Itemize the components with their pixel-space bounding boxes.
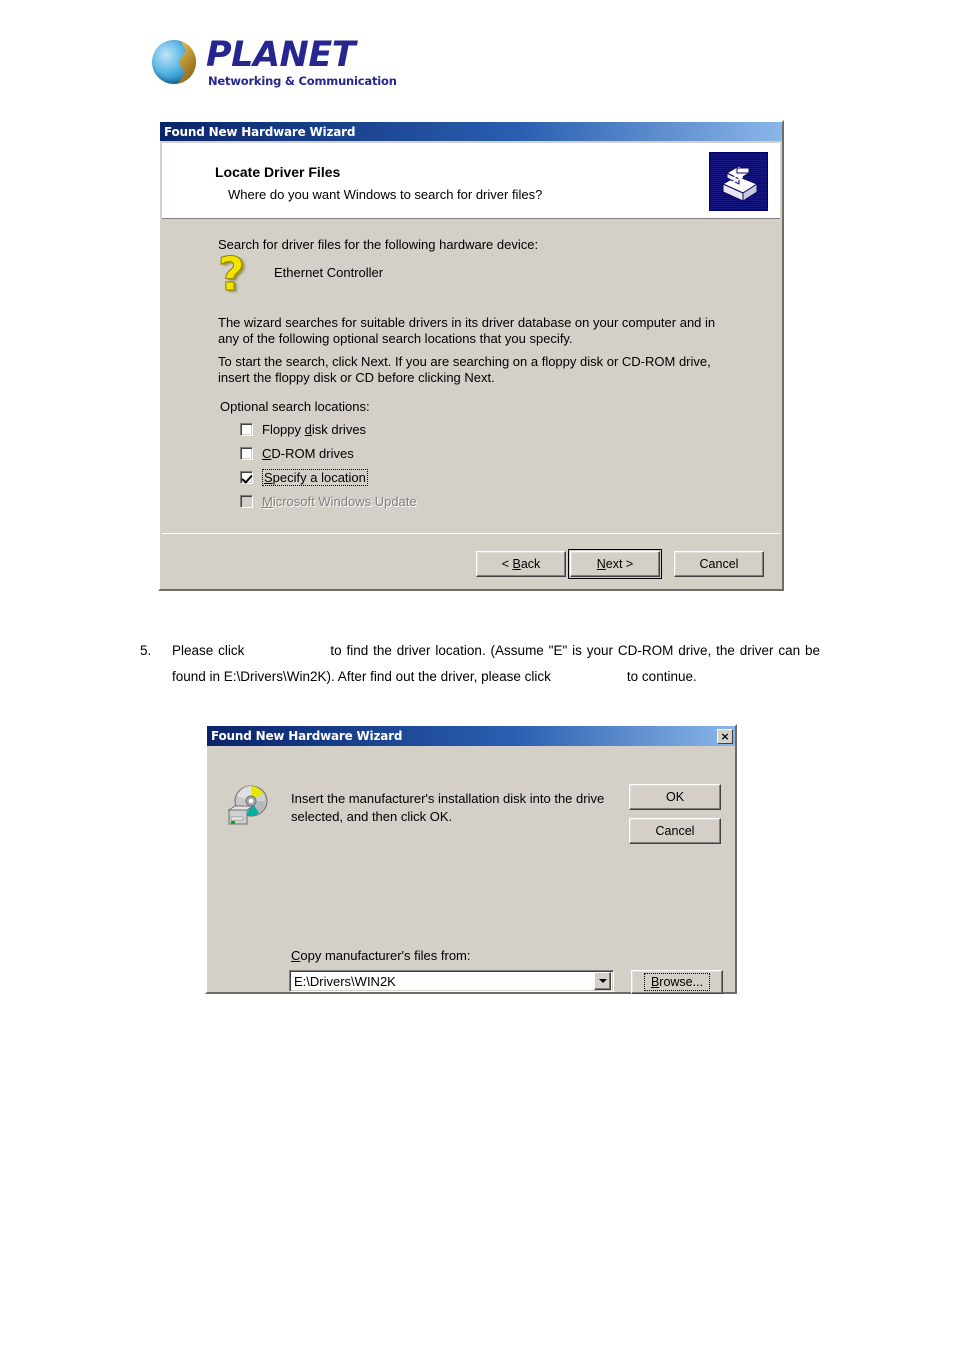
path-combobox-value: E:\Drivers\WIN2K xyxy=(294,973,396,989)
planet-globe-icon xyxy=(152,40,196,84)
ok-button-label: OK xyxy=(665,790,685,804)
step-text-part-1: Please click xyxy=(172,643,245,658)
wizard-titlebar[interactable]: Found New Hardware Wizard xyxy=(160,122,782,141)
step-number: 5. xyxy=(140,643,152,658)
device-name-label: Ethernet Controller xyxy=(274,265,384,280)
found-new-hardware-wizard-dialog: Found New Hardware Wizard Locate Driver … xyxy=(158,120,784,591)
checkbox-floppy-disk-drives[interactable]: Floppy disk drives xyxy=(240,422,366,437)
insert-disk-cancel-label: Cancel xyxy=(655,824,695,838)
optional-locations-label: Optional search locations: xyxy=(220,399,370,414)
checkbox-label-cdrom: CD-ROM drives xyxy=(262,446,354,461)
path-combobox[interactable]: E:\Drivers\WIN2K xyxy=(289,970,614,992)
cancel-button-label: Cancel xyxy=(699,557,739,571)
cancel-button[interactable]: Cancel xyxy=(674,551,764,577)
brand-tagline: Networking & Communication xyxy=(208,74,397,88)
planet-logo: PLANET Networking & Communication xyxy=(152,36,492,92)
wizard-paragraph-1: The wizard searches for suitable drivers… xyxy=(218,315,716,346)
step-text: Please click to find the driver location.… xyxy=(172,638,820,690)
checkbox-box-cdrom[interactable] xyxy=(240,447,253,460)
checkbox-specify-a-location[interactable]: Specify a location xyxy=(240,469,368,486)
insert-disk-message: Insert the manufacturer's installation d… xyxy=(291,791,605,824)
wizard-paragraph-2: To start the search, click Next. If you … xyxy=(218,354,711,385)
checkbox-label-specify-location: Specify a location xyxy=(262,469,368,486)
insert-disk-titlebar[interactable]: Found New Hardware Wizard × xyxy=(207,726,735,746)
browse-button-label: Browse... xyxy=(650,975,704,989)
checkbox-cd-rom-drives[interactable]: CD-ROM drives xyxy=(240,446,354,461)
back-button[interactable]: < Back xyxy=(476,551,566,577)
checkbox-label-floppy: Floppy disk drives xyxy=(262,422,367,437)
wizard-header-subtitle: Where do you want Windows to search for … xyxy=(228,187,543,202)
wizard-header: Locate Driver Files Where do you want Wi… xyxy=(162,143,780,219)
wizard-body: Search for driver files for the followin… xyxy=(162,219,780,534)
driver-files-box-icon xyxy=(709,152,768,211)
next-button-label: Next > xyxy=(596,557,634,571)
checkbox-box-specify-location[interactable] xyxy=(240,471,253,484)
insert-disk-body: Insert the manufacturer's installation d… xyxy=(209,748,733,994)
cdrom-drive-icon xyxy=(225,784,271,828)
insert-disk-title: Found New Hardware Wizard xyxy=(211,729,403,743)
back-button-label: < Back xyxy=(501,557,541,571)
checkbox-box-windows-update xyxy=(240,495,253,508)
wizard-title: Found New Hardware Wizard xyxy=(164,124,356,139)
step-text-part-2: to find the driver location. (Assume "E"… xyxy=(172,643,821,684)
brand-name: PLANET xyxy=(206,35,356,75)
next-button[interactable]: Next > xyxy=(568,549,662,579)
step-5-instruction: 5. Please click to find the driver locati… xyxy=(140,638,820,690)
search-intro-text: Search for driver files for the followin… xyxy=(218,237,539,252)
ok-button[interactable]: OK xyxy=(629,784,721,810)
insert-disk-dialog: Found New Hardware Wizard × Insert the m… xyxy=(205,724,737,994)
checkbox-microsoft-windows-update: Microsoft Windows Update xyxy=(240,494,417,509)
close-icon[interactable]: × xyxy=(717,728,733,744)
copy-files-from-label: Copy manufacturer's files from: xyxy=(291,948,471,963)
checkbox-label-windows-update: Microsoft Windows Update xyxy=(262,494,417,509)
checkbox-box-floppy[interactable] xyxy=(240,423,253,436)
step-text-part-3: to continue. xyxy=(626,669,697,684)
browse-button[interactable]: Browse... xyxy=(631,970,723,994)
wizard-header-title: Locate Driver Files xyxy=(215,164,341,180)
chevron-down-icon[interactable] xyxy=(594,972,611,990)
close-glyph: × xyxy=(720,729,730,743)
wizard-footer: < Back Next > Cancel xyxy=(162,535,780,589)
unknown-device-question-icon: ? xyxy=(218,247,246,301)
insert-disk-cancel-button[interactable]: Cancel xyxy=(629,818,721,844)
